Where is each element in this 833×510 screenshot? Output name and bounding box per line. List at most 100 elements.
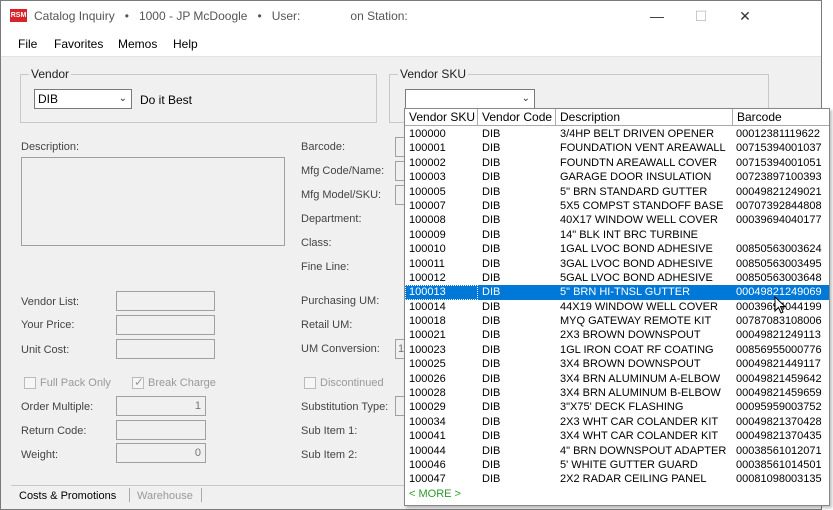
- dropdown-row[interactable]: 100002 DIB FOUNDTN AREAWALL COVER 007153940…: [405, 156, 829, 170]
- tab-costs-promotions[interactable]: Costs & Promotions: [19, 490, 116, 502]
- row-vendor-code: DIB: [482, 444, 501, 457]
- row-description: 40X17 WINDOW WELL COVER: [560, 214, 718, 227]
- dropdown-row[interactable]: 100047 DIB 2X2 RADAR CEILING PANEL 00081098…: [405, 472, 829, 486]
- dropdown-row[interactable]: 100003 DIB GARAGE DOOR INSULATION 007238971…: [405, 170, 829, 184]
- row-vendor-sku: 100011: [409, 257, 445, 270]
- row-description: 4" BRN DOWNSPOUT ADAPTER: [560, 444, 727, 457]
- row-vendor-sku: 100044: [409, 444, 446, 457]
- dropdown-row[interactable]: 100044 DIB 4" BRN DOWNSPOUT ADAPTER 0003856…: [405, 444, 829, 458]
- row-vendor-sku: 100000: [409, 128, 446, 140]
- column-header-vendor-code: Vendor Code: [478, 109, 556, 126]
- dropdown-row[interactable]: 100021 DIB 2X3 BROWN DOWNSPOUT 000498212491…: [405, 328, 829, 342]
- description-label: Description:: [21, 141, 80, 153]
- dropdown-row[interactable]: 100008 DIB 40X17 WINDOW WELL COVER 00039694…: [405, 213, 829, 227]
- maximize-icon[interactable]: ☐: [691, 7, 711, 25]
- row-vendor-sku: 100008: [409, 214, 446, 227]
- your-price-field[interactable]: [116, 315, 215, 335]
- dropdown-row[interactable]: 100023 DIB 1GL IRON COAT RF COATING 0085695…: [405, 343, 829, 357]
- unit-cost-field[interactable]: [116, 339, 215, 359]
- dropdown-row[interactable]: 100046 DIB 5' WHITE GUTTER GUARD 0003856101…: [405, 458, 829, 472]
- vendor-group-title: Vendor: [29, 67, 72, 81]
- dropdown-row[interactable]: 100041 DIB 3X4 WHT CAR COLANDER KIT 0004982…: [405, 429, 829, 443]
- title-bar: RSM Catalog Inquiry • 1000 - JP McDoogle…: [1, 1, 821, 31]
- row-vendor-code: DIB: [482, 156, 501, 169]
- dropdown-row[interactable]: 100012 DIB 5GAL LVOC BOND ADHESIVE 00850563…: [405, 271, 829, 285]
- your-price-label: Your Price:: [21, 319, 75, 331]
- tab-separator: [129, 488, 130, 502]
- minimize-icon[interactable]: —: [647, 7, 667, 25]
- row-vendor-code: DIB: [482, 214, 501, 227]
- row-vendor-sku: 100041: [409, 430, 446, 443]
- tab-warehouse[interactable]: Warehouse: [137, 490, 193, 502]
- dropdown-row[interactable]: 100029 DIB 3"X75' DECK FLASHING 00095959003…: [405, 400, 829, 414]
- row-vendor-code: DIB: [482, 387, 501, 400]
- dropdown-row[interactable]: 100014DIB44X19 WINDOW WELL COVER00039694…: [405, 300, 829, 314]
- row-vendor-code: DIB: [482, 473, 501, 486]
- row-description: 3/4HP BELT DRIVEN OPENER: [560, 128, 715, 140]
- dropdown-row[interactable]: 100025 DIB 3X4 BROWN DOWNSPOUT 000498214491…: [405, 357, 829, 371]
- dropdown-rows: 100000 DIB 3/4HP BELT DRIVEN OPENER 0001238…: [405, 127, 829, 487]
- row-description: GARAGE DOOR INSULATION: [560, 171, 712, 184]
- dropdown-row[interactable]: 100007 DIB 5X5 COMPST STANDOFF BASE 0070739…: [405, 199, 829, 213]
- dropdown-row[interactable]: 100010 DIB 1GAL LVOC BOND ADHESIVE 00850563…: [405, 242, 829, 256]
- substitution-type-label: Substitution Type:: [301, 401, 389, 413]
- dropdown-header: Vendor SKU Vendor Code Description Barco…: [405, 109, 829, 126]
- chevron-down-icon: ⌄: [521, 93, 530, 104]
- row-vendor-sku: 100026: [409, 372, 446, 385]
- menu-memos[interactable]: Memos: [118, 37, 157, 51]
- row-vendor-code: DIB: [482, 271, 501, 284]
- dropdown-row[interactable]: 100026 DIB 3X4 BRN ALUMINUM A-ELBOW 0004982…: [405, 372, 829, 386]
- class-label: Class:: [301, 237, 332, 249]
- discontinued-label: Discontinued: [320, 377, 384, 389]
- row-description: 3X4 BRN ALUMINUM A-ELBOW: [560, 372, 721, 385]
- fine-line-label: Fine Line:: [301, 261, 350, 273]
- dropdown-row[interactable]: 100034 DIB 2X3 WHT CAR COLANDER KIT 0004982…: [405, 415, 829, 429]
- dropdown-row[interactable]: 100018 DIB MYQ GATEWAY REMOTE KIT 007870831…: [405, 314, 829, 328]
- row-description: 3X4 BRN ALUMINUM B-ELBOW: [560, 387, 721, 400]
- row-vendor-sku: 100014: [409, 300, 446, 313]
- description-field[interactable]: [21, 157, 285, 246]
- vendor-code-select[interactable]: DIB ⌄: [34, 89, 132, 109]
- menu-help[interactable]: Help: [173, 37, 198, 51]
- dropdown-row[interactable]: 100005 DIB 5" BRN STANDARD GUTTER 000498212…: [405, 185, 829, 199]
- dropdown-row[interactable]: 100000 DIB 3/4HP BELT DRIVEN OPENER 0001238…: [405, 127, 829, 141]
- row-vendor-code: DIB: [482, 315, 501, 328]
- order-multiple-field[interactable]: 1: [116, 396, 206, 416]
- app-logo-icon: RSM: [10, 9, 27, 22]
- weight-value: 0: [194, 447, 201, 459]
- full-pack-only-label: Full Pack Only: [40, 377, 111, 389]
- vendor-sku-dropdown-list[interactable]: Vendor SKU Vendor Code Description Barco…: [404, 108, 830, 506]
- row-vendor-sku: 100013: [405, 285, 478, 300]
- row-description: 2X3 BROWN DOWNSPOUT: [560, 329, 701, 342]
- row-vendor-code: DIB: [482, 458, 501, 471]
- more-link[interactable]: < MORE >: [409, 488, 461, 500]
- row-description: 3"X75' DECK FLASHING: [560, 401, 684, 414]
- row-vendor-code: DIB: [482, 343, 501, 356]
- weight-field[interactable]: 0: [116, 443, 206, 463]
- menu-file[interactable]: File: [18, 37, 37, 51]
- full-pack-only-checkbox[interactable]: [24, 377, 36, 389]
- close-icon[interactable]: ✕: [735, 7, 755, 25]
- mfg-model-sku-label: Mfg Model/SKU:: [301, 189, 382, 201]
- vendor-list-label: Vendor List:: [21, 296, 80, 308]
- dropdown-row[interactable]: 100028 DIB 3X4 BRN ALUMINUM B-ELBOW 0004982…: [405, 386, 829, 400]
- dropdown-row[interactable]: 100009 DIB 14" BLK INT BRC TURBINE: [405, 228, 829, 242]
- row-barcode: 00049821459642: [736, 372, 822, 385]
- break-charge-checkbox[interactable]: ✓: [132, 375, 144, 389]
- row-vendor-sku: 100023: [409, 343, 446, 356]
- dropdown-row[interactable]: 100011 DIB 3GAL LVOC BOND ADHESIVE 00850563…: [405, 257, 829, 271]
- vendor-sku-select[interactable]: ⌄: [405, 89, 535, 109]
- dropdown-row[interactable]: 100001 DIB FOUNDATION VENT AREAWALL 0071539…: [405, 141, 829, 155]
- return-code-field[interactable]: [116, 420, 206, 440]
- discontinued-checkbox[interactable]: [304, 377, 316, 389]
- row-vendor-sku: 100003: [409, 171, 446, 184]
- return-code-label: Return Code:: [21, 425, 87, 437]
- column-header-description: Description: [556, 109, 733, 126]
- row-barcode: 00038561012071: [736, 444, 822, 457]
- row-barcode: 00715394001037: [736, 142, 822, 155]
- menu-favorites[interactable]: Favorites: [54, 37, 103, 51]
- row-vendor-code: DIB: [482, 300, 501, 313]
- dropdown-row[interactable]: 100013 DIB 5" BRN HI-TNSL GUTTER 0004982124…: [405, 285, 829, 300]
- vendor-list-field[interactable]: [116, 291, 215, 311]
- row-barcode: 00707392844808: [736, 199, 822, 212]
